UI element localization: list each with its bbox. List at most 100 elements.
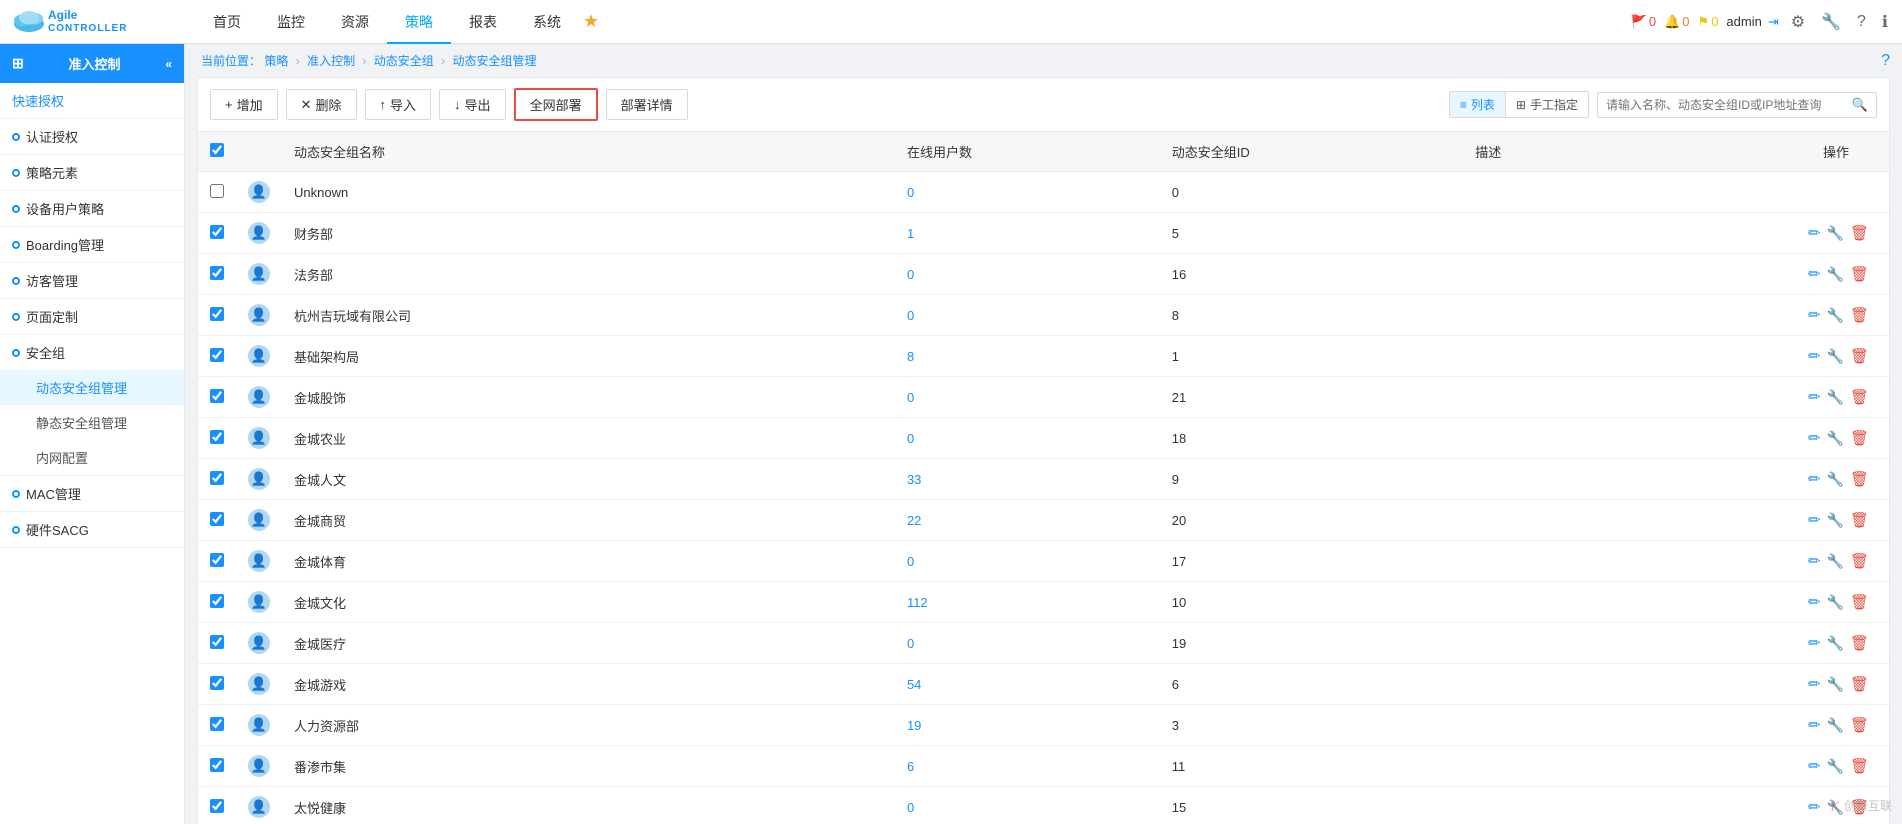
delete-row-icon[interactable]: 🗑 (1850, 265, 1869, 283)
delete-row-icon[interactable]: 🗑 (1850, 470, 1869, 488)
nav-report[interactable]: 报表 (451, 0, 515, 44)
delete-row-icon[interactable]: 🗑 (1850, 716, 1869, 734)
nav-monitor[interactable]: 监控 (259, 0, 323, 44)
info-icon[interactable]: ℹ (1878, 12, 1892, 32)
sidebar-section-security-group[interactable]: 安全组 (0, 335, 184, 370)
collapse-icon[interactable]: « (165, 57, 172, 71)
favorite-star-icon[interactable]: ★ (583, 11, 599, 32)
config-icon[interactable]: 🔧 (1827, 512, 1844, 529)
config-icon[interactable]: 🔧 (1827, 430, 1844, 447)
config-icon[interactable]: 🔧 (1827, 635, 1844, 652)
admin-area[interactable]: admin ⇥ (1726, 14, 1778, 30)
delete-button[interactable]: ✕ 删除 (286, 89, 357, 120)
delete-row-icon[interactable]: 🗑 (1850, 429, 1869, 447)
config-icon[interactable]: 🔧 (1827, 225, 1844, 242)
online-users-link[interactable]: 19 (907, 718, 921, 733)
edit-icon[interactable]: ✏ (1808, 306, 1821, 324)
edit-icon[interactable]: ✏ (1808, 634, 1821, 652)
config-icon[interactable]: 🔧 (1827, 594, 1844, 611)
config-icon[interactable]: 🔧 (1827, 348, 1844, 365)
breadcrumb-access-control[interactable]: 准入控制 (307, 54, 355, 68)
view-manual-button[interactable]: ⊞ 手工指定 (1506, 92, 1588, 117)
online-users-link[interactable]: 6 (907, 759, 914, 774)
row-checkbox[interactable] (210, 307, 224, 321)
sidebar-item-intranet-config[interactable]: 内网配置 (0, 440, 184, 475)
edit-icon[interactable]: ✏ (1808, 265, 1821, 283)
config-icon[interactable]: 🔧 (1827, 676, 1844, 693)
edit-icon[interactable]: ✏ (1808, 511, 1821, 529)
delete-row-icon[interactable]: 🗑 (1850, 675, 1869, 693)
delete-row-icon[interactable]: 🗑 (1850, 347, 1869, 365)
search-icon[interactable]: 🔍 (1852, 97, 1868, 113)
sidebar-section-hardware-sacg[interactable]: 硬件SACG (0, 512, 184, 547)
delete-row-icon[interactable]: 🗑 (1850, 306, 1869, 324)
row-checkbox[interactable] (210, 389, 224, 403)
edit-icon[interactable]: ✏ (1808, 552, 1821, 570)
online-users-link[interactable]: 0 (907, 390, 914, 405)
sidebar-item-static-security-group[interactable]: 静态安全组管理 (0, 405, 184, 440)
edit-icon[interactable]: ✏ (1808, 716, 1821, 734)
delete-row-icon[interactable]: 🗑 (1850, 634, 1869, 652)
delete-row-icon[interactable]: 🗑 (1850, 224, 1869, 242)
add-button[interactable]: + 增加 (210, 89, 278, 120)
sidebar-section-page-custom[interactable]: 页面定制 (0, 299, 184, 334)
breadcrumb-dynamic-security-group[interactable]: 动态安全组 (374, 54, 434, 68)
sidebar-section-boarding[interactable]: Boarding管理 (0, 227, 184, 262)
config-icon[interactable]: 🔧 (1827, 471, 1844, 488)
row-checkbox[interactable] (210, 471, 224, 485)
row-checkbox[interactable] (210, 717, 224, 731)
online-users-link[interactable]: 0 (907, 554, 914, 569)
edit-icon[interactable]: ✏ (1808, 470, 1821, 488)
online-users-link[interactable]: 0 (907, 185, 914, 200)
nav-policy[interactable]: 策略 (387, 0, 451, 44)
online-users-link[interactable]: 1 (907, 226, 914, 241)
row-checkbox[interactable] (210, 348, 224, 362)
online-users-link[interactable]: 22 (907, 513, 921, 528)
config-icon[interactable]: 🔧 (1827, 266, 1844, 283)
delete-row-icon[interactable]: 🗑 (1850, 593, 1869, 611)
config-icon[interactable]: 🔧 (1827, 307, 1844, 324)
sidebar-item-dynamic-security-group[interactable]: 动态安全组管理 (0, 370, 184, 405)
deploy-all-button[interactable]: 全网部署 (514, 88, 598, 121)
online-users-link[interactable]: 54 (907, 677, 921, 692)
edit-icon[interactable]: ✏ (1808, 347, 1821, 365)
export-button[interactable]: ↓ 导出 (439, 89, 506, 120)
edit-icon[interactable]: ✏ (1808, 388, 1821, 406)
sidebar-section-policy-elements[interactable]: 策略元素 (0, 155, 184, 190)
online-users-link[interactable]: 0 (907, 431, 914, 446)
edit-icon[interactable]: ✏ (1808, 429, 1821, 447)
config-icon[interactable]: 🔧 (1827, 758, 1844, 775)
config-icon[interactable]: 🔧 (1827, 553, 1844, 570)
nav-system[interactable]: 系统 (515, 0, 579, 44)
sidebar-header[interactable]: ⊞ 准入控制 « (0, 44, 184, 83)
sidebar-section-auth[interactable]: 认证授权 (0, 119, 184, 154)
breadcrumb-policy[interactable]: 策略 (264, 54, 288, 68)
import-button[interactable]: ↑ 导入 (365, 89, 432, 120)
delete-row-icon[interactable]: 🗑 (1850, 511, 1869, 529)
config-icon[interactable]: 🔧 (1827, 717, 1844, 734)
row-checkbox[interactable] (210, 553, 224, 567)
row-checkbox[interactable] (210, 799, 224, 813)
select-all-checkbox[interactable] (210, 143, 224, 157)
delete-row-icon[interactable]: 🗑 (1850, 552, 1869, 570)
help-icon[interactable]: ? (1853, 13, 1870, 31)
edit-icon[interactable]: ✏ (1808, 757, 1821, 775)
nav-home[interactable]: 首页 (195, 0, 259, 44)
edit-icon[interactable]: ✏ (1808, 675, 1821, 693)
delete-row-icon[interactable]: 🗑 (1850, 388, 1869, 406)
edit-icon[interactable]: ✏ (1808, 798, 1821, 816)
row-checkbox[interactable] (210, 594, 224, 608)
online-users-link[interactable]: 112 (907, 595, 928, 610)
online-users-link[interactable]: 8 (907, 349, 914, 364)
row-checkbox[interactable] (210, 430, 224, 444)
deploy-detail-button[interactable]: 部署详情 (606, 89, 688, 120)
sidebar-item-quick-access[interactable]: 快速授权 (0, 83, 184, 119)
settings-icon[interactable]: 🔧 (1817, 12, 1845, 32)
sidebar-section-mac[interactable]: MAC管理 (0, 476, 184, 511)
delete-row-icon[interactable]: 🗑 (1850, 757, 1869, 775)
online-users-link[interactable]: 0 (907, 800, 914, 815)
edit-icon[interactable]: ✏ (1808, 224, 1821, 242)
sidebar-section-visitor[interactable]: 访客管理 (0, 263, 184, 298)
online-users-link[interactable]: 0 (907, 308, 914, 323)
online-users-link[interactable]: 33 (907, 472, 921, 487)
